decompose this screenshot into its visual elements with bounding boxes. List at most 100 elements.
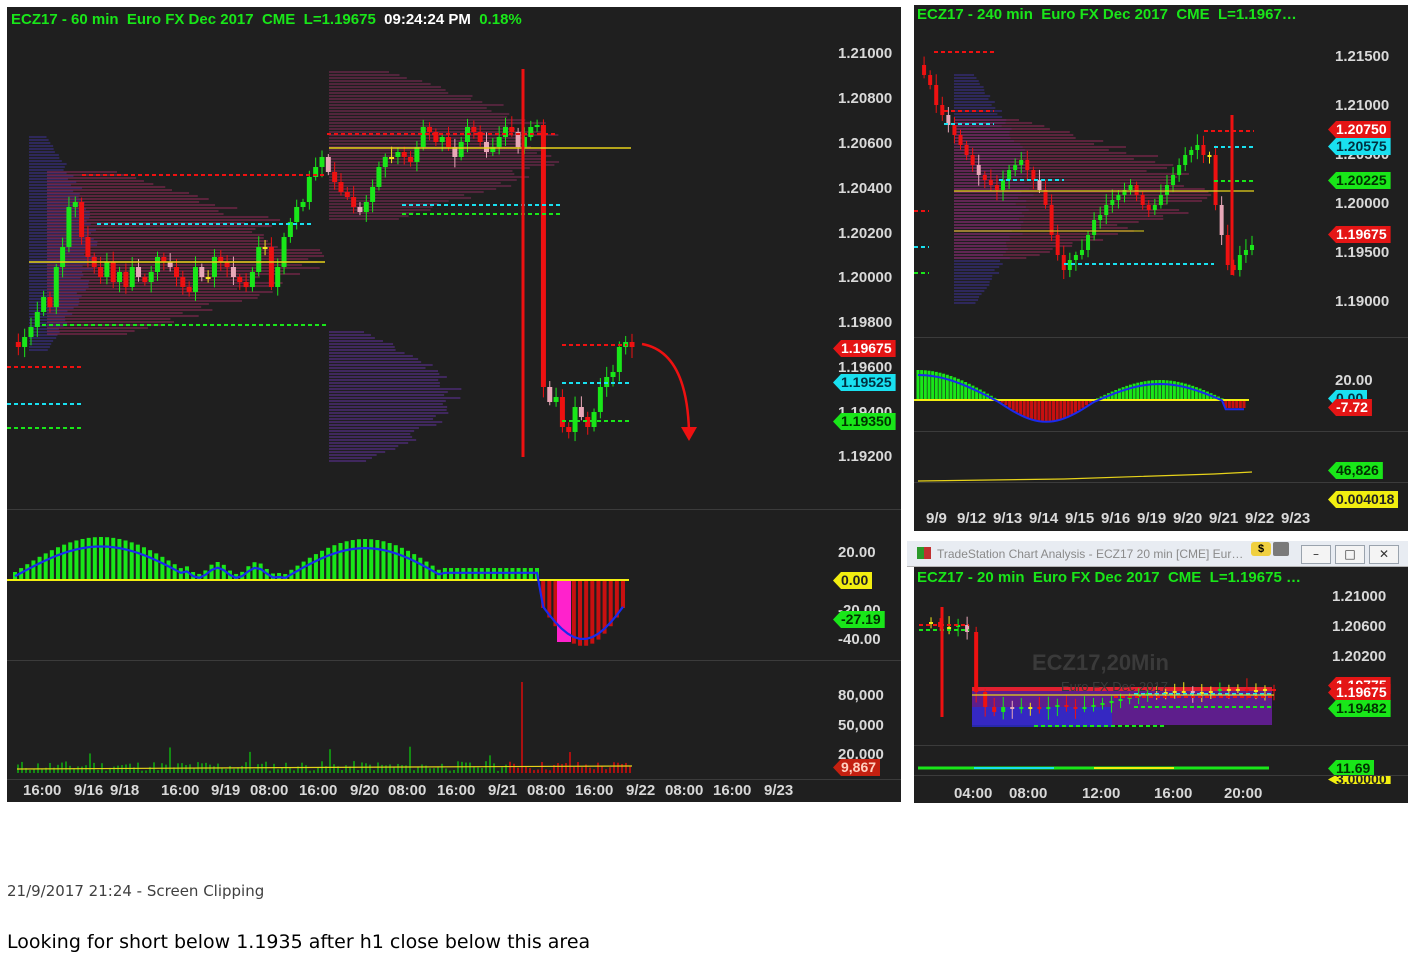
histogram-highlight (557, 580, 571, 642)
price-tick: 1.20000 (838, 269, 893, 286)
candle-body (173, 267, 179, 277)
chart-240min-panel[interactable]: ECZ17 - 240 min Euro FX Dec 2017 CME L=1… (914, 5, 1408, 531)
candle-body (420, 127, 426, 147)
watermark-symbol: ECZ17,20Min (1032, 650, 1169, 675)
last-price-label: L=1.19675 (303, 11, 376, 28)
candle-body (1079, 250, 1084, 255)
histogram-bar (1231, 400, 1235, 408)
candle-body (237, 277, 243, 282)
symbol-badge[interactable]: $ (1251, 542, 1271, 556)
candle-body (1064, 705, 1069, 707)
histogram-bar (148, 550, 153, 580)
volume-bar (369, 764, 371, 773)
histogram-bar (393, 545, 398, 580)
candle-body (994, 185, 999, 190)
time-tick: 9/9 (926, 510, 947, 527)
histogram-bar (313, 554, 318, 580)
volume-bar (185, 764, 187, 773)
histogram-bar (1011, 400, 1015, 411)
indicator-tag: 0.004018 (1328, 491, 1399, 508)
volume-bar (569, 752, 571, 773)
candle-body (1116, 195, 1121, 200)
link-icon[interactable] (1273, 542, 1289, 556)
candle-body (47, 297, 53, 307)
chart-240min-plot[interactable] (914, 5, 1408, 531)
volume-bar (289, 767, 291, 773)
price-tick: 1.19600 (838, 359, 893, 376)
candle-body (534, 125, 540, 127)
time-tick: 08:00 (1009, 785, 1048, 802)
candle-body (41, 297, 47, 312)
time-tick: 16:00 (1154, 785, 1193, 802)
maximize-button[interactable]: □ (1335, 545, 1365, 564)
histogram-bar (178, 568, 183, 580)
candle-body (1013, 165, 1018, 170)
window-titlebar[interactable]: TradeStation Chart Analysis - ECZ17 20 m… (907, 541, 1408, 567)
volume-bar (305, 765, 307, 773)
histogram-bar (25, 564, 30, 580)
chart-20min-panel[interactable]: ECZ17 - 20 min Euro FX Dec 2017 CME L=1.… (914, 567, 1408, 803)
price-tick: 1.20600 (1332, 618, 1387, 635)
histogram-bar (381, 541, 386, 580)
candle-body (540, 125, 546, 387)
candle-body (1110, 200, 1115, 205)
candle-body (72, 202, 78, 207)
candle-body (591, 412, 597, 427)
candle-body (211, 257, 217, 277)
volume-bar (273, 763, 275, 773)
histogram-bar (1077, 400, 1081, 411)
volume-tick: 80,000 (838, 687, 884, 704)
chart-60min-panel[interactable]: ECZ17 - 60 min Euro FX Dec 2017 CME L=1.… (7, 7, 901, 802)
volume-bar (417, 767, 419, 773)
time-tick: 9/18 (110, 782, 140, 799)
histogram-bar (326, 547, 331, 580)
candle-body (79, 202, 85, 237)
candle-body (205, 277, 211, 279)
volume-bar (209, 764, 211, 773)
candle-body (338, 182, 344, 192)
candle-body (344, 192, 350, 197)
candle-body (1253, 690, 1258, 692)
candle-body (28, 327, 34, 337)
price-tag-green: 1.19482 (1328, 700, 1391, 717)
chart-60min-plot[interactable] (7, 7, 901, 802)
candle-body (446, 137, 452, 147)
volume-bar (433, 768, 435, 773)
histogram-bar (141, 547, 146, 580)
description-label: Euro FX Dec 2017 (126, 11, 254, 28)
close-button[interactable]: ✕ (1369, 545, 1399, 564)
volume-bar (253, 769, 255, 773)
candle-body (22, 337, 28, 347)
watermark-description: Euro FX Dec 2017 (1061, 679, 1168, 694)
candle-body (471, 127, 477, 132)
candle-body (186, 287, 192, 292)
price-tick: 1.19000 (1335, 293, 1390, 310)
exchange-label: CME (261, 11, 296, 28)
candle-body (610, 372, 616, 377)
histogram-bar (1227, 400, 1231, 408)
histogram-bar (68, 542, 73, 580)
histogram-bar (166, 560, 171, 580)
histogram-bar (455, 568, 460, 580)
volume-bar (549, 770, 551, 773)
price-tick: 1.21500 (1335, 48, 1390, 65)
price-tick: 1.20800 (838, 90, 893, 107)
volume-bar (193, 767, 195, 773)
candle-body (85, 237, 91, 257)
volume-value-tag: 9,867 (833, 759, 881, 776)
candle-body (1226, 689, 1231, 691)
volume-bar (609, 767, 611, 773)
candle-body (1235, 689, 1240, 691)
candle-body (110, 262, 116, 282)
time-tick: 08:00 (388, 782, 427, 799)
price-tick: 1.20000 (1335, 195, 1390, 212)
time-tick: 9/20 (1173, 510, 1203, 527)
minimize-button[interactable]: – (1301, 545, 1331, 564)
histogram-bar (449, 568, 454, 580)
candle-body (528, 127, 534, 137)
exchange-label: CME (1167, 569, 1202, 586)
candle-body (60, 247, 66, 267)
volume-bar (513, 763, 515, 773)
volume-bar (629, 765, 631, 773)
candle-body (1172, 691, 1177, 693)
